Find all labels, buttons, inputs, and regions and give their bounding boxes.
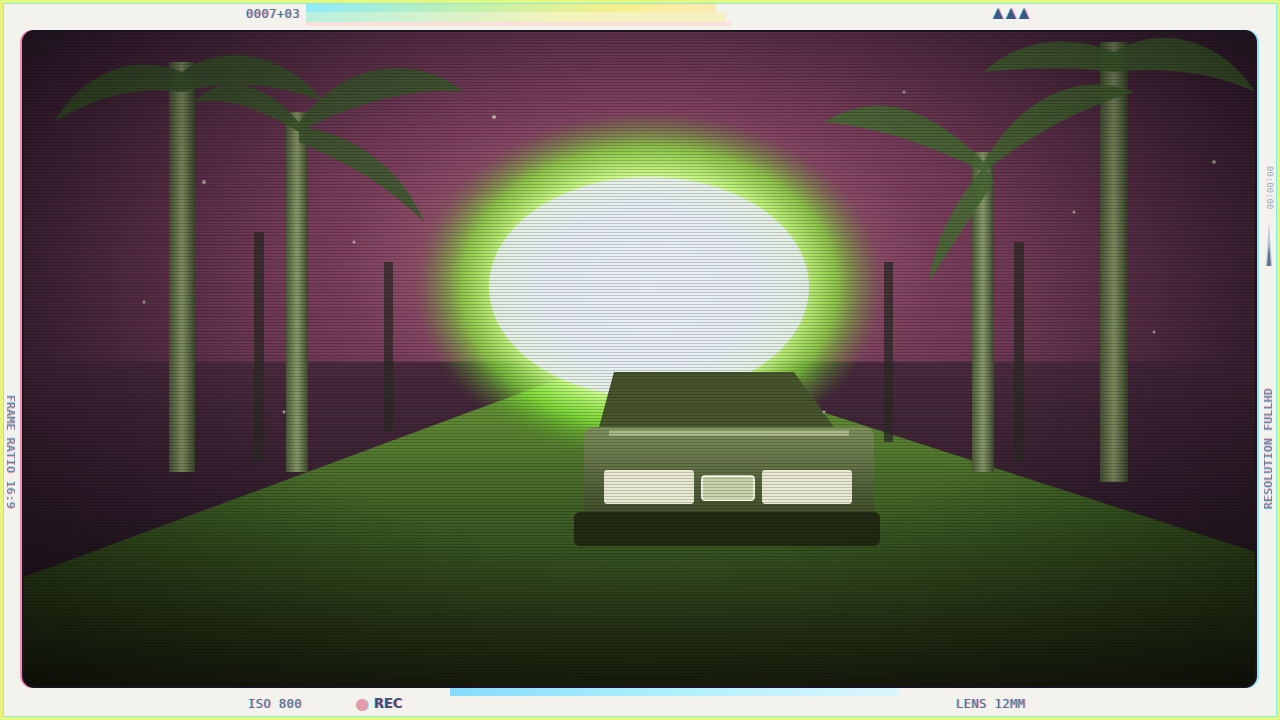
rec-indicator: REC <box>356 697 402 712</box>
triangle-signal-icon <box>993 8 1003 19</box>
timecode-counter: 0007+03 <box>246 7 301 21</box>
frame-ratio-label: FRAME RATIO 16:9 <box>4 395 17 509</box>
glitch-strip-top-3 <box>306 22 731 26</box>
vertical-timecode: 00:00:00 <box>1264 166 1274 210</box>
lens-readout: LENS 12MM <box>956 697 1026 711</box>
rec-label: REC <box>374 697 403 712</box>
glitch-strip-top <box>306 4 716 12</box>
level-meter-icon <box>1266 222 1272 266</box>
glitch-strip-bottom <box>450 688 900 696</box>
resolution-label: RESOLUTION FULLHD <box>1262 388 1275 510</box>
glitch-strip-top-2 <box>306 12 726 22</box>
triangle-signal-icon <box>1006 8 1016 19</box>
retro-road-scene <box>24 32 1255 686</box>
record-dot-icon <box>356 698 368 711</box>
iso-readout: ISO 800 <box>248 697 303 711</box>
video-viewport <box>24 32 1255 686</box>
triangle-signal-icon <box>1019 8 1029 19</box>
signal-indicator <box>993 8 1029 19</box>
